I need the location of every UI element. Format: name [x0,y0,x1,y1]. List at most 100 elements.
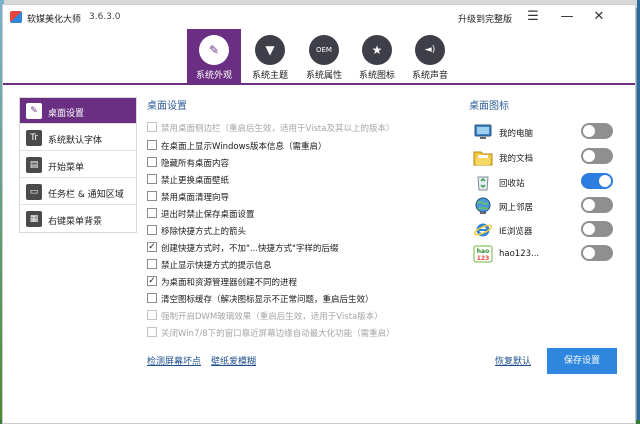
checkbox[interactable] [147,327,157,337]
checkbox[interactable] [147,293,157,303]
tab-label: 系统主题 [251,71,288,81]
minimize-icon[interactable]: — [557,7,577,27]
option-label: 禁止更换桌面壁纸 [161,176,230,186]
toolbar-divider [3,83,635,85]
close-icon[interactable]: ✕ [589,7,609,27]
option-disable-cleanup-wizard[interactable]: 禁用桌面清理向导 [147,190,447,204]
option-label: 关闭Win7/8下的窗口靠近屏幕边缘自动最大化功能（需重启） [161,329,395,339]
sidebar-item-label: 桌面设置 [48,109,85,119]
option-label: 在桌面上显示Windows版本信息（需重启） [161,142,327,152]
option-separate-process[interactable]: ✓ 为桌面和资源管理器创建不同的进程 [147,275,447,289]
sidebar-item-label: 开始菜单 [48,163,85,173]
option-disable-sidebar[interactable]: 禁用桌面侧边栏（重启后生效，适用于Vista及其以上的版本） [147,121,447,135]
option-remove-shortcut-arrow[interactable]: 移除快捷方式上的箭头 [147,224,447,238]
option-hide-desktop-content[interactable]: 隐藏所有桌面内容 [147,156,447,170]
option-no-save-on-exit[interactable]: 退出时禁止保存桌面设置 [147,207,447,221]
desktop-icon-label: 我的文档 [499,154,534,164]
toggle-ie-browser[interactable] [581,221,613,237]
tab-system-icons[interactable]: ★ 系统图标 [350,29,404,83]
option-label: 清空图标缓存（解决图标显示不正常问题，重启后生效） [161,295,374,305]
checkbox[interactable] [147,191,157,201]
oem-icon: OEM [309,35,339,65]
desktop-icon-row: IE浏览器 [473,219,615,241]
checkbox[interactable] [147,208,157,218]
checkbox[interactable] [147,140,157,150]
speaker-icon: ◄) [415,35,445,65]
svg-text:hao: hao [477,248,489,255]
desktop-icons-title: 桌面图标 [469,101,509,112]
option-disable-wallpaper-change[interactable]: 禁止更换桌面壁纸 [147,173,447,187]
taskbar-icon: ▭ [26,184,42,200]
option-label: 隐藏所有桌面内容 [161,159,230,169]
sidebar-item-taskbar[interactable]: ▭ 任务栏 & 通知区域 [20,179,136,205]
documents-icon [473,151,493,166]
toggle-my-computer[interactable] [581,123,613,139]
wallpaper-link[interactable]: 壁纸爱模糊 [211,354,256,367]
option-show-windows-version[interactable]: 在桌面上显示Windows版本信息（需重启） [147,139,447,153]
checkbox[interactable] [147,157,157,167]
toggle-knob [583,150,595,162]
checkbox[interactable] [147,259,157,269]
option-label: 移除快捷方式上的箭头 [161,227,247,237]
desktop-icon-label: 回收站 [499,179,525,189]
option-no-shortcut-suffix[interactable]: ✓ 创建快捷方式时，不加"...快捷方式"字样的后缀 [147,241,447,255]
sidebar-item-desktop-settings[interactable]: ✎ 桌面设置 [20,98,136,124]
computer-icon [474,124,492,139]
toggle-network[interactable] [581,197,613,213]
title-bar[interactable]: 软媒美化大师 3.6.3.0 升级到完整版 ☰ — ✕ [3,5,635,29]
checkbox[interactable] [147,174,157,184]
toggle-knob [583,223,595,235]
tab-system-sounds[interactable]: ◄) 系统声音 [403,29,457,83]
checkbox[interactable]: ✓ [147,276,157,286]
desktop-icon-row: 网上邻居 [473,195,615,217]
app-title: 软媒美化大师 [27,15,82,25]
shirt-icon: ▼ [255,35,285,65]
toggle-recycle-bin[interactable] [581,173,613,189]
reset-defaults-link[interactable]: 恢复默认 [495,354,531,367]
detect-dead-pixels-link[interactable]: 检测屏幕坏点 [147,354,201,367]
desktop-icon-label: 网上邻居 [499,203,534,213]
tab-system-theme[interactable]: ▼ 系统主题 [243,29,297,83]
desktop-icon-row: 我的电脑 [473,121,615,143]
brush-icon: ✎ [199,35,229,65]
option-label: 强制开启DWM玻璃效果（重启后生效，适用于Vista版本） [161,312,383,322]
desktop-settings-title: 桌面设置 [147,101,187,112]
upgrade-link[interactable]: 升级到完整版 [458,12,512,25]
sidebar-item-start-menu[interactable]: ▤ 开始菜单 [20,152,136,178]
sidebar: ✎ 桌面设置 Tr 系统默认字体 ▤ 开始菜单 ▭ 任务栏 & 通知区域 ▦ 右… [19,97,137,233]
sidebar-item-context-menu-bg[interactable]: ▦ 右键菜单背景 [20,206,136,232]
desktop-icon-row: 回收站 [473,171,615,193]
start-menu-icon: ▤ [26,157,42,173]
checkbox[interactable]: ✓ [147,242,157,252]
toggle-my-documents[interactable] [581,148,613,164]
toggle-knob [583,199,595,211]
option-label: 禁止显示快捷方式的提示信息 [161,261,272,271]
save-settings-button[interactable]: 保存设置 [547,348,617,374]
main-toolbar: ✎ 系统外观 ▼ 系统主题 OEM 系统属性 ★ 系统图标 ◄) 系统声音 [3,29,635,83]
toggle-hao123[interactable] [581,245,613,261]
menu-icon[interactable]: ☰ [523,7,543,27]
option-label: 禁用桌面侧边栏（重启后生效，适用于Vista及其以上的版本） [161,124,395,134]
star-icon: ★ [362,35,392,65]
font-icon: Tr [26,130,42,146]
desktop-icon-row: hao 123 hao123... [473,243,615,265]
recycle-bin-icon [477,176,489,191]
option-label: 退出时禁止保存桌面设置 [161,210,255,220]
option-hide-shortcut-tips[interactable]: 禁止显示快捷方式的提示信息 [147,258,447,272]
option-disable-aero-snap[interactable]: 关闭Win7/8下的窗口靠近屏幕边缘自动最大化功能（需重启） [147,326,447,340]
tab-label: 系统图标 [358,71,395,81]
tab-system-properties[interactable]: OEM 系统属性 [297,29,351,83]
sidebar-item-default-font[interactable]: Tr 系统默认字体 [20,125,136,151]
option-force-dwm-glass[interactable]: 强制开启DWM玻璃效果（重启后生效，适用于Vista版本） [147,309,447,323]
option-clear-icon-cache[interactable]: 清空图标缓存（解决图标显示不正常问题，重启后生效） [147,292,447,306]
tab-system-appearance[interactable]: ✎ 系统外观 [187,29,241,83]
network-icon [475,197,491,214]
checkbox[interactable] [147,122,157,132]
desktop-icon-label: hao123... [499,249,540,259]
checkbox[interactable] [147,310,157,320]
desktop-icon-label: 我的电脑 [499,129,534,139]
toggle-knob [599,175,611,187]
toggle-knob [583,247,595,259]
sidebar-item-label: 任务栏 & 通知区域 [48,190,124,200]
checkbox[interactable] [147,225,157,235]
